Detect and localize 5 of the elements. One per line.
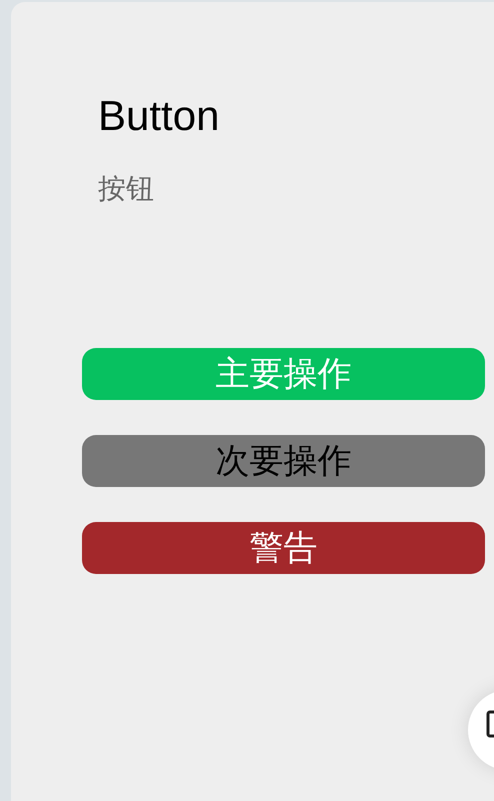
page-title: Button	[98, 91, 220, 141]
action-button[interactable]: 主要操作	[82, 348, 485, 400]
action-button[interactable]: 次要操作	[82, 435, 485, 487]
action-button[interactable]: 警告	[82, 522, 485, 574]
page-subtitle: 按钮	[98, 172, 155, 206]
